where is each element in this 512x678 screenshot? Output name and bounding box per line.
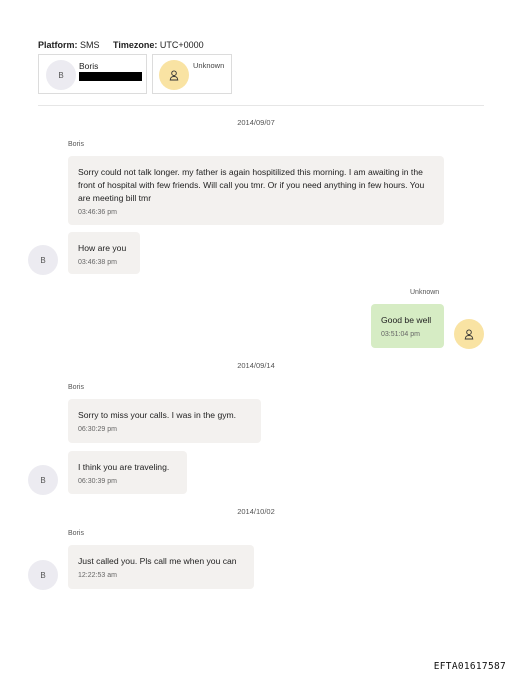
avatar: B	[46, 60, 76, 90]
date-separator: 2014/09/14	[237, 361, 275, 370]
platform-label: Platform:	[38, 40, 78, 50]
sender-name: Unknown	[410, 289, 440, 296]
message-text: Sorry could not talk longer. my father i…	[78, 167, 425, 203]
message-text: Sorry to miss your calls. I was in the g…	[78, 410, 237, 420]
avatar	[159, 60, 189, 90]
person-icon	[464, 328, 474, 339]
timezone-info: Timezone: UTC+0000	[113, 40, 204, 50]
message-bubble: Sorry could not talk longer. my father i…	[68, 156, 444, 225]
message-bubble: Sorry to miss your calls. I was in the g…	[68, 399, 261, 443]
date-separator: 2014/09/07	[237, 118, 275, 127]
avatar: B	[28, 465, 58, 495]
message-bubble-outgoing: Good be well 03:51:04 pm	[371, 304, 444, 348]
message-text: I think you are traveling.	[78, 462, 170, 472]
participant-card-boris: B Boris	[38, 54, 147, 94]
sender-name: Boris	[68, 384, 84, 391]
header-divider	[38, 105, 484, 106]
message-time: 06:30:29 pm	[78, 426, 117, 433]
participant-name: Unknown	[193, 61, 225, 70]
platform-value: SMS	[80, 40, 100, 50]
sender-name: Boris	[68, 530, 84, 537]
message-time: 03:46:36 pm	[78, 209, 117, 216]
timezone-label: Timezone:	[113, 40, 158, 50]
avatar: B	[28, 245, 58, 275]
message-time: 06:30:39 pm	[78, 478, 117, 485]
participant-card-unknown: Unknown	[152, 54, 232, 94]
message-bubble: I think you are traveling. 06:30:39 pm	[68, 451, 187, 494]
avatar: B	[28, 560, 58, 590]
document-id: EFTA01617587	[433, 661, 506, 672]
avatar	[454, 319, 484, 349]
person-icon	[169, 69, 179, 80]
message-time: 12:22:53 am	[78, 572, 117, 579]
message-time: 03:46:38 pm	[78, 259, 117, 266]
message-time: 03:51:04 pm	[381, 331, 420, 338]
sender-name: Boris	[68, 141, 84, 148]
message-text: How are you	[78, 243, 127, 253]
platform-info: Platform: SMS	[38, 40, 100, 50]
timezone-value: UTC+0000	[159, 40, 204, 50]
redacted-phone-number	[79, 72, 142, 81]
message-text: Good be well	[381, 315, 432, 325]
message-bubble: How are you 03:46:38 pm	[68, 232, 140, 274]
date-separator: 2014/10/02	[237, 507, 275, 516]
message-text: Just called you. Pls call me when you ca…	[78, 556, 237, 566]
message-bubble: Just called you. Pls call me when you ca…	[68, 545, 254, 589]
participant-name: Boris	[79, 61, 99, 71]
